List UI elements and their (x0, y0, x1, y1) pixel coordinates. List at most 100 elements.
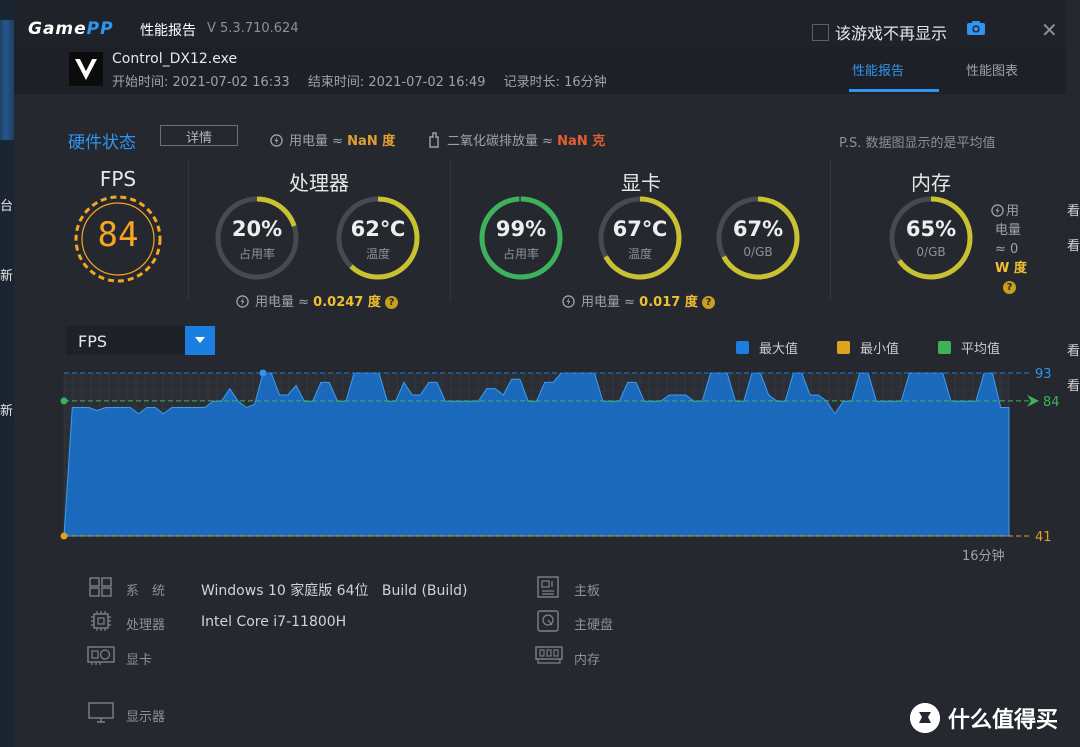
memory-usage-value: 65% (905, 217, 957, 241)
gpu-usage-label: 占用率 (502, 247, 539, 261)
active-tab-indicator (849, 89, 939, 92)
chevron-down-icon[interactable] (185, 326, 215, 355)
power-icon (270, 134, 283, 147)
cpu-model: Intel Core i7-11800H (201, 614, 347, 630)
game-exe-name: Control_DX12.exe (112, 51, 238, 67)
legend-avg: 平均值 (938, 338, 1000, 357)
total-power-value: NaN 度 (347, 134, 396, 149)
memory-power-value: W 度 (995, 261, 1027, 276)
no-display-toggle[interactable]: 该游戏不再显示 (812, 20, 947, 44)
legend-label-max: 最大值 (759, 342, 799, 357)
legend-swatch-min (837, 341, 850, 354)
camera-icon[interactable] (966, 20, 986, 36)
factory-icon (429, 132, 439, 148)
legend-swatch-max (736, 341, 749, 354)
session-times: 开始时间: 2021-07-02 16:33 结束时间: 2021-07-02 … (112, 71, 621, 90)
memory-power-stat: 用 电量 ≈ 0 W 度 ? (991, 202, 1031, 297)
os-label: 系 统 (126, 584, 166, 599)
max-value-label: 93 (1035, 367, 1052, 382)
cpu-power-value: 0.0247 度 (313, 295, 381, 310)
motherboard-icon (537, 576, 559, 598)
gpu-vram-gauge: 67% 0/GB (713, 193, 803, 283)
close-button[interactable]: ✕ (1041, 18, 1058, 42)
cpu-usage-gauge: 20% 占用率 (212, 193, 302, 283)
cpu-icon (91, 611, 111, 631)
gpu-power-value: 0.017 度 (639, 295, 698, 310)
fps-value: 84 (97, 215, 139, 255)
max-marker (259, 369, 267, 377)
metric-select[interactable]: FPS (66, 326, 215, 355)
help-icon[interactable]: ? (701, 296, 715, 309)
cpu-power-label: 用电量 ≈ (255, 295, 310, 310)
memory-section-title: 内存 (911, 171, 951, 195)
memory-power-label: 用 (1006, 204, 1020, 219)
logo-text-game: Game (28, 19, 87, 39)
memory-power-label: ≈ 0 (995, 242, 1019, 257)
cpu-temp-label: 温度 (365, 247, 390, 261)
app-logo: GamePP (28, 19, 114, 39)
help-icon[interactable]: ? (385, 296, 399, 309)
background-char: 台 (0, 199, 14, 214)
gpu-usage-value: 99% (495, 217, 547, 241)
monitor-icon (88, 702, 114, 723)
motherboard-label: 主板 (574, 584, 601, 599)
title-bar: GamePP 性能报告 V 5.3.710.624 该游戏不再显示 ✕ (14, 0, 1066, 46)
gpu-power-label: 用电量 ≈ (581, 295, 636, 310)
start-time: 开始时间: 2021-07-02 16:33 (112, 75, 290, 90)
legend-label-min: 最小值 (860, 342, 900, 357)
background-char: 看 (1067, 204, 1080, 219)
min-value-label: 41 (1035, 530, 1052, 545)
watermark-text: 什么值得买 (948, 708, 1059, 733)
section-divider (830, 160, 831, 300)
min-marker (60, 532, 68, 540)
cpu-temp-gauge: 62℃ 温度 (333, 193, 423, 283)
section-divider (450, 160, 451, 300)
background-char: 看 (1067, 239, 1080, 254)
background-char: 新 (0, 269, 14, 284)
cpu-section-title: 处理器 (289, 171, 349, 195)
hard-disk-label: 主硬盘 (574, 618, 614, 633)
background-graph-strip (0, 20, 14, 140)
game-icon (69, 52, 103, 86)
gpu-section-title: 显卡 (621, 171, 661, 195)
memory-power-label: 电量 (995, 223, 1022, 238)
gpu-icon (87, 646, 115, 665)
gpu-temp-value: 67℃ (612, 217, 668, 241)
co2-value: NaN 克 (557, 134, 606, 149)
fps-gauge: 84 (72, 193, 164, 285)
chart-note: P.S. 数据图显示的是平均值 (839, 136, 996, 151)
total-power-stat: 用电量 ≈ NaN 度 (270, 130, 395, 149)
background-left-window: 台 新 新 (0, 0, 14, 747)
gpu-vram-value: 67% (732, 217, 784, 241)
avg-value-label: 84.09 (1043, 395, 1059, 410)
performance-report-window: GamePP 性能报告 V 5.3.710.624 该游戏不再显示 ✕ Cont… (14, 0, 1066, 747)
detail-button[interactable]: 详情 (160, 125, 238, 146)
tab-performance-report[interactable]: 性能报告 (852, 60, 904, 79)
gpu-temp-label: 温度 (627, 247, 652, 261)
os-value: Windows 10 家庭版 64位 Build (Build) (201, 580, 468, 600)
memory-usage-gauge: 65% 0/GB (886, 193, 976, 283)
chart-elapsed-label: 16分钟 (962, 549, 1005, 564)
co2-label: 二氧化碳排放量 ≈ (447, 134, 554, 149)
cpu-temp-value: 62℃ (350, 217, 406, 241)
hardware-status-title: 硬件状态 (68, 133, 136, 153)
gpu-label: 显卡 (126, 653, 153, 668)
fps-section-title: FPS (99, 167, 137, 191)
avg-marker (60, 397, 68, 405)
no-display-checkbox[interactable] (812, 23, 829, 41)
background-right-window: 看 看 看 看 (1066, 0, 1080, 747)
total-power-label: 用电量 ≈ (289, 134, 344, 149)
help-icon[interactable]: ? (1003, 281, 1016, 294)
record-duration: 记录时长: 16分钟 (503, 75, 607, 90)
section-divider (188, 160, 189, 300)
cpu-power-stat: 用电量 ≈ 0.0247 度 ? (236, 291, 399, 310)
fps-chart: 93 84.09 41 (60, 367, 1059, 545)
gpu-usage-gauge: 99% 占用率 (476, 193, 566, 283)
windows-icon (89, 577, 112, 597)
legend-min: 最小值 (837, 338, 899, 357)
background-char: 看 (1067, 344, 1080, 359)
cpu-label: 处理器 (126, 618, 166, 633)
gpu-temp-gauge: 67℃ 温度 (595, 193, 685, 283)
tab-performance-chart[interactable]: 性能图表 (966, 60, 1018, 79)
cpu-usage-label: 占用率 (238, 247, 275, 261)
